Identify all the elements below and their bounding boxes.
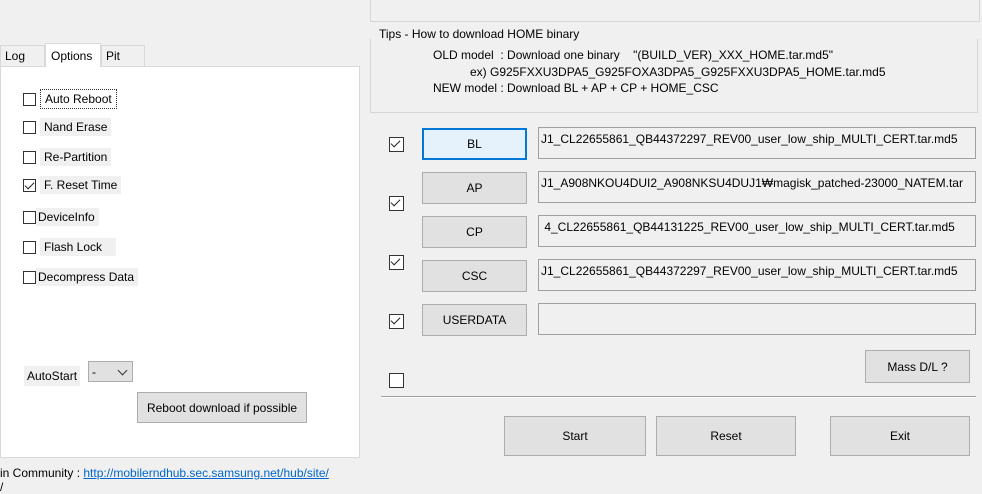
- option-nand-erase[interactable]: Nand Erase: [23, 117, 112, 137]
- tips-line-example: ex) G925FXXU3DPA5_G925FOXA3DPA5_G925FXXU…: [470, 65, 886, 79]
- tab-log[interactable]: Log: [0, 45, 45, 66]
- chevron-down-icon: [117, 365, 128, 376]
- decompress-data-checkbox[interactable]: [23, 270, 36, 284]
- ap-path-text: J1_A908NKOU4DUI2_A908NKSU4DUJ1₩magisk_pa…: [541, 176, 963, 190]
- csc-path-field[interactable]: J1_CL22655861_QB44372297_REV00_user_low_…: [538, 259, 976, 291]
- flash-lock-checkbox[interactable]: [23, 240, 36, 254]
- cp-path-text: 4_CL22655861_QB44131225_REV00_user_low_s…: [541, 220, 955, 234]
- bl-path-text: J1_CL22655861_QB44372297_REV00_user_low_…: [541, 132, 958, 146]
- userdata-button[interactable]: USERDATA: [422, 304, 527, 336]
- deviceinfo-label: DeviceInfo: [36, 208, 99, 226]
- nand-erase-label: Nand Erase: [40, 118, 112, 136]
- deviceinfo-checkbox[interactable]: [23, 210, 36, 224]
- autostart-select[interactable]: -: [88, 361, 133, 382]
- option-flash-lock[interactable]: Flash Lock: [23, 237, 117, 257]
- community-overflow: /: [0, 480, 4, 494]
- re-partition-label: Re-Partition: [40, 148, 112, 166]
- cp-checkbox[interactable]: [389, 255, 404, 270]
- tips-title: Tips - How to download HOME binary: [375, 27, 584, 41]
- reset-button[interactable]: Reset: [656, 416, 796, 456]
- option-auto-reboot[interactable]: Auto Reboot: [23, 89, 117, 109]
- tab-options-label: Options: [51, 49, 93, 63]
- csc-button[interactable]: CSC: [422, 260, 527, 292]
- f-reset-time-label: F. Reset Time: [40, 176, 122, 194]
- csc-path-text: J1_CL22655861_QB44372297_REV00_user_low_…: [541, 264, 958, 278]
- ap-checkbox[interactable]: [389, 196, 404, 211]
- tips-line-old: OLD model : Download one binary "(BUILD_…: [433, 48, 834, 62]
- userdata-checkbox[interactable]: [389, 373, 404, 388]
- decompress-data-label: Decompress Data: [36, 268, 139, 286]
- ap-path-field[interactable]: J1_A908NKOU4DUI2_A908NKSU4DUJ1₩magisk_pa…: [538, 171, 976, 203]
- autostart-label: AutoStart: [24, 366, 81, 386]
- bl-checkbox[interactable]: [389, 137, 404, 152]
- mass-dl-button[interactable]: Mass D/L ?: [865, 350, 970, 383]
- community-link[interactable]: http://mobilerndhub.sec.samsung.net/hub/…: [83, 466, 328, 480]
- tab-pit-label: Pit: [106, 49, 121, 63]
- cp-button[interactable]: CP: [422, 216, 527, 248]
- community-line: in Community : http://mobilerndhub.sec.s…: [0, 466, 329, 480]
- separator: [381, 396, 976, 398]
- exit-button[interactable]: Exit: [830, 416, 970, 456]
- nand-erase-checkbox[interactable]: [23, 120, 36, 134]
- auto-reboot-checkbox[interactable]: [23, 92, 36, 106]
- start-button[interactable]: Start: [504, 416, 646, 456]
- re-partition-checkbox[interactable]: [23, 150, 36, 164]
- flash-lock-label: Flash Lock: [40, 238, 117, 256]
- option-deviceinfo[interactable]: DeviceInfo: [23, 207, 99, 227]
- cp-path-field[interactable]: 4_CL22655861_QB44131225_REV00_user_low_s…: [538, 215, 976, 247]
- auto-reboot-label: Auto Reboot: [40, 89, 117, 109]
- option-f-reset-time[interactable]: F. Reset Time: [23, 175, 122, 195]
- ap-button[interactable]: AP: [422, 172, 527, 204]
- option-re-partition[interactable]: Re-Partition: [23, 147, 112, 167]
- tips-line-new: NEW model : Download BL + AP + CP + HOME…: [433, 81, 719, 95]
- userdata-path-field[interactable]: [538, 303, 976, 335]
- autostart-value: -: [92, 364, 96, 379]
- tab-log-label: Log: [5, 49, 26, 63]
- tab-pit[interactable]: Pit: [101, 45, 145, 66]
- community-label: in Community :: [0, 466, 84, 480]
- tab-options[interactable]: Options: [45, 43, 101, 67]
- reboot-download-button[interactable]: Reboot download if possible: [137, 392, 307, 423]
- option-decompress-data[interactable]: Decompress Data: [23, 267, 139, 287]
- bl-path-field[interactable]: J1_CL22655861_QB44372297_REV00_user_low_…: [538, 127, 976, 159]
- top-status-strip: [370, 0, 980, 22]
- f-reset-time-checkbox[interactable]: [23, 178, 36, 192]
- bl-button[interactable]: BL: [422, 128, 527, 160]
- csc-checkbox[interactable]: [389, 314, 404, 329]
